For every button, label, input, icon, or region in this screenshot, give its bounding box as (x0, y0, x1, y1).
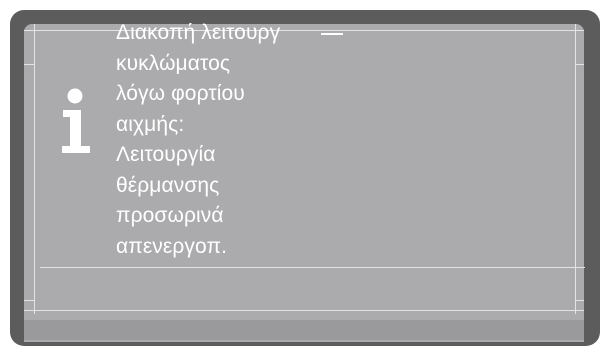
separator-line (40, 267, 585, 268)
text-overflow-marker (321, 33, 343, 35)
bottom-softkey-bar (24, 320, 584, 340)
frame-right-line (575, 24, 576, 314)
message-line: θέρμανσης (116, 173, 220, 197)
message-line: Διακοπή λειτουργ (116, 21, 281, 44)
message-line: απενεργοπ. (116, 234, 228, 258)
message-line: Λειτουργία (116, 143, 216, 166)
frame-left-tick-lower (24, 300, 34, 301)
frame-left-tick (24, 64, 34, 65)
frame-right-tick-lower (575, 300, 584, 301)
message-line: λόγω φορτίου (116, 82, 245, 105)
message-line: κυκλώματος (116, 51, 231, 75)
info-icon (60, 88, 96, 154)
message-line: αιχμής: (116, 112, 185, 136)
frame-left-line (34, 24, 35, 314)
message-text: Διακοπή λειτουργ κυκλώματος λόγω φορτίου… (116, 18, 416, 262)
frame-right-tick (575, 64, 584, 65)
message-line: προσωρινά (116, 204, 224, 227)
frame-lower-line (24, 310, 584, 311)
